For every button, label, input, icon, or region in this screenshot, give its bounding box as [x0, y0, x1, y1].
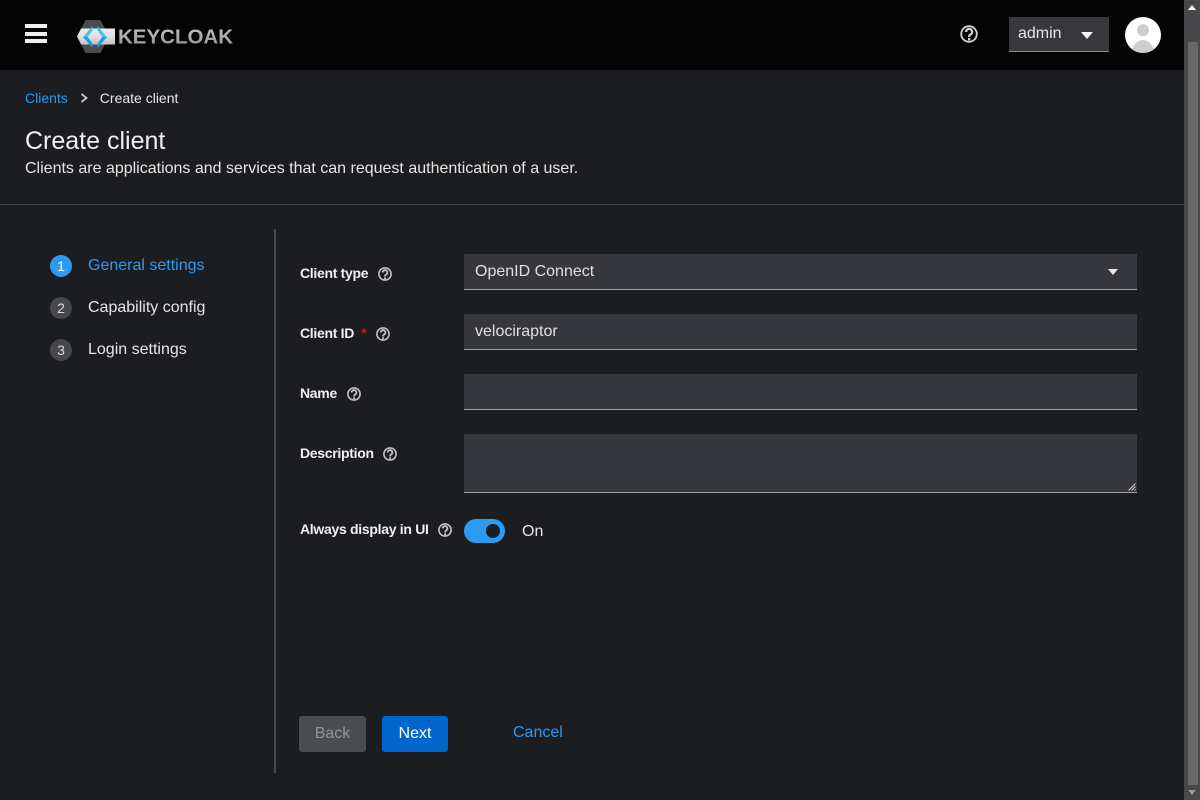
svg-text:KEYCLOAK: KEYCLOAK — [118, 26, 233, 49]
